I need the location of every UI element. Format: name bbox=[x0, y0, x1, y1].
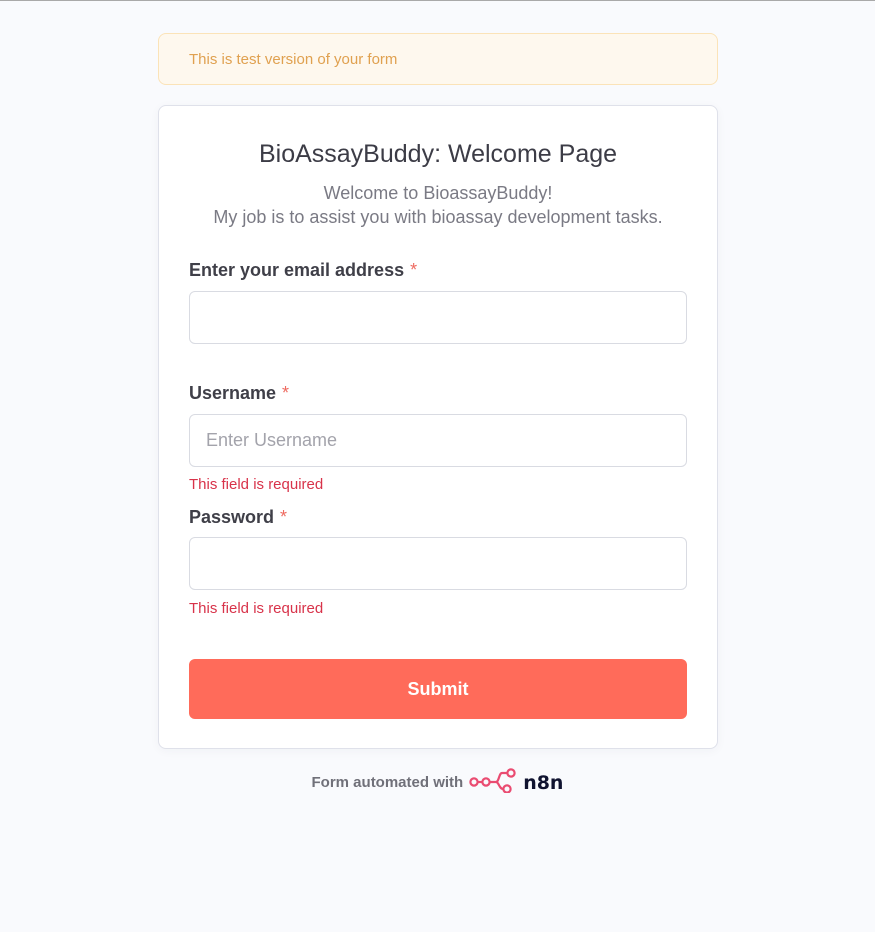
username-error: This field is required bbox=[189, 476, 324, 493]
n8n-brand-text: n8n bbox=[523, 771, 564, 794]
form-card: BioAssayBuddy: Welcome Page Welcome to B… bbox=[158, 105, 718, 749]
test-version-banner: This is test version of your form bbox=[158, 33, 718, 85]
password-label: Password * bbox=[189, 507, 287, 528]
submit-button[interactable]: Submit bbox=[189, 659, 687, 719]
form-description-line2: My job is to assist you with bioassay de… bbox=[213, 207, 663, 227]
required-asterisk: * bbox=[282, 383, 290, 403]
password-field[interactable] bbox=[189, 537, 687, 590]
username-label: Username * bbox=[189, 383, 289, 404]
banner-text: This is test version of your form bbox=[189, 50, 398, 68]
footer: Form automated with n8n bbox=[0, 767, 875, 798]
email-field[interactable] bbox=[189, 291, 687, 344]
username-label-text: Username bbox=[189, 383, 277, 403]
form-description-line1: Welcome to BioassayBuddy! bbox=[323, 183, 553, 203]
n8n-brand-link[interactable]: n8n bbox=[469, 767, 563, 798]
form-title: BioAssayBuddy: Welcome Page bbox=[258, 140, 618, 168]
email-label: Enter your email address * bbox=[189, 260, 417, 281]
password-error: This field is required bbox=[189, 600, 324, 617]
email-label-text: Enter your email address bbox=[189, 260, 405, 280]
required-asterisk: * bbox=[410, 260, 418, 280]
required-asterisk: * bbox=[280, 507, 288, 527]
n8n-logo-icon bbox=[469, 767, 519, 798]
footer-text: Form automated with bbox=[311, 774, 464, 791]
username-field[interactable] bbox=[189, 414, 687, 467]
password-label-text: Password bbox=[189, 507, 275, 527]
